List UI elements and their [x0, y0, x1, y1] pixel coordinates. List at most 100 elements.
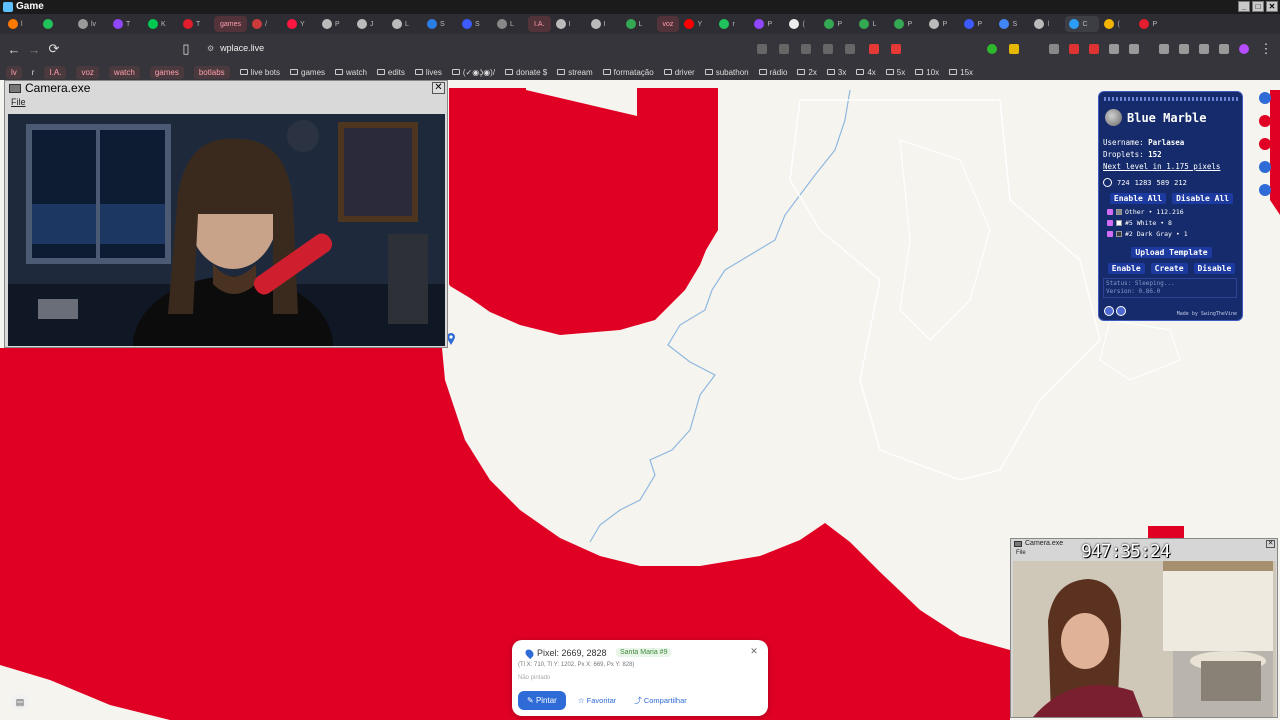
badge-icon[interactable] — [1104, 306, 1114, 316]
bookmark-folder[interactable]: edits — [376, 68, 405, 77]
bookmark-folder[interactable]: donate $ — [505, 68, 547, 77]
coord-pxy[interactable]: 212 — [1174, 179, 1187, 187]
bookmark-folder[interactable]: 5x — [885, 68, 905, 77]
coord-tly[interactable]: 1283 — [1135, 179, 1152, 187]
browser-tab[interactable]: games — [214, 16, 248, 32]
back-icon[interactable]: ← — [4, 42, 24, 57]
browser-tab[interactable]: P — [1135, 16, 1169, 32]
profile-icon[interactable] — [1239, 44, 1249, 54]
extension-icon[interactable] — [1179, 44, 1189, 54]
reload-icon[interactable]: ⟳ — [44, 41, 64, 57]
badge-icon[interactable] — [1116, 306, 1126, 316]
browser-tab[interactable]: ( — [785, 16, 819, 32]
bookmark-icon[interactable]: r — [32, 68, 35, 77]
avatar-icon[interactable] — [1259, 92, 1271, 104]
bookmark-folder[interactable]: 10x — [915, 68, 939, 77]
browser-tab[interactable]: l — [4, 16, 38, 32]
browser-tab[interactable]: P — [925, 16, 959, 32]
bookmark-chip[interactable]: botlabs — [193, 65, 230, 79]
camera-close-button[interactable]: ✕ — [432, 82, 445, 94]
enable-button[interactable]: Enable — [1107, 263, 1145, 274]
browser-tab[interactable]: S — [458, 16, 492, 32]
browser-tab[interactable]: P — [890, 16, 924, 32]
browser-tab[interactable]: Y — [680, 16, 714, 32]
zoom-icon[interactable] — [801, 44, 811, 54]
leaderboard-icon[interactable] — [1259, 138, 1271, 150]
camera-close-button[interactable]: ✕ — [1266, 540, 1275, 548]
sidebar-icon[interactable] — [1159, 44, 1169, 54]
bookmark-folder[interactable]: subathon — [704, 68, 749, 77]
coord-tlx[interactable]: 724 — [1117, 179, 1130, 187]
bookmark-folder[interactable]: 2x — [797, 68, 817, 77]
eye-off-icon[interactable] — [757, 44, 767, 54]
location-pin-icon[interactable] — [1103, 178, 1112, 187]
browser-tab[interactable]: C — [1065, 16, 1100, 32]
bookmark-chip[interactable]: I.A. — [44, 65, 67, 79]
menu-icon[interactable]: ⋮ — [1256, 41, 1276, 57]
minimize-button[interactable]: _ — [1238, 1, 1250, 12]
extension-icon[interactable] — [1199, 44, 1209, 54]
drag-handle[interactable] — [1104, 97, 1238, 101]
upload-template-button[interactable]: Upload Template — [1131, 247, 1212, 258]
browser-tab[interactable]: P — [960, 16, 994, 32]
bookmark-folder[interactable]: 15x — [949, 68, 973, 77]
extension-icon[interactable] — [1049, 44, 1059, 54]
extension-icon[interactable] — [1009, 44, 1019, 54]
browser-tab[interactable]: Y — [283, 16, 317, 32]
translate-icon[interactable] — [779, 44, 789, 54]
browser-tab[interactable]: S — [995, 16, 1029, 32]
disable-all-button[interactable]: Disable All — [1172, 193, 1234, 204]
browser-tab[interactable]: I — [587, 16, 621, 32]
camera-window-secondary[interactable]: Camera.exe ✕ File 947:35:24 — [1010, 538, 1278, 718]
extension-icon[interactable] — [869, 44, 879, 54]
browser-tab[interactable]: I.A. — [528, 16, 551, 32]
browser-tab[interactable] — [39, 16, 73, 32]
share-icon[interactable] — [845, 44, 855, 54]
browser-tab[interactable]: L — [622, 16, 656, 32]
browser-tab[interactable]: L — [388, 16, 422, 32]
browser-tab[interactable]: ( — [1100, 16, 1134, 32]
paint-button[interactable]: ✎ Pintar — [518, 691, 566, 710]
color-filter-row[interactable]: Other • 112.216 — [1107, 208, 1184, 216]
bookmark-folder[interactable]: formatação — [602, 68, 654, 77]
browser-tab[interactable]: L — [855, 16, 889, 32]
favorite-button[interactable]: ☆ Favoritar — [572, 691, 622, 710]
browser-tab[interactable]: J — [353, 16, 387, 32]
bookmark-folder[interactable]: 3x — [826, 68, 846, 77]
close-window-button[interactable]: ✕ — [1266, 1, 1278, 12]
checkbox[interactable] — [1107, 209, 1113, 215]
layers-icon[interactable]: ▤ — [12, 694, 28, 710]
close-icon[interactable]: ✕ — [749, 646, 759, 656]
browser-tab[interactable]: r — [715, 16, 749, 32]
bookmark-folder[interactable]: watch — [335, 68, 367, 77]
coord-pxx[interactable]: 589 — [1157, 179, 1170, 187]
bookmark-folder[interactable]: rádio — [758, 68, 787, 77]
bookmark-chip[interactable]: watch — [108, 65, 140, 79]
camera-file-menu[interactable]: File — [5, 96, 447, 108]
camera-window[interactable]: Camera.exe ✕ File — [4, 80, 448, 348]
cast-icon[interactable] — [823, 44, 833, 54]
maximize-button[interactable]: □ — [1252, 1, 1264, 12]
extension-icon[interactable] — [1089, 44, 1099, 54]
region-badge[interactable]: Santa Maria #9 — [616, 648, 672, 657]
bookmark-chip[interactable]: voz — [76, 65, 99, 79]
browser-tab[interactable]: P — [820, 16, 854, 32]
browser-tab[interactable]: voz — [656, 16, 680, 32]
browser-tab[interactable]: lv — [74, 16, 108, 32]
bookmark-folder[interactable]: games — [290, 68, 325, 77]
browser-tab[interactable]: T — [179, 16, 213, 32]
extension-icon[interactable] — [1129, 44, 1139, 54]
bookmark-folder[interactable]: 4x — [856, 68, 876, 77]
browser-tab[interactable]: I — [552, 16, 586, 32]
color-filter-row[interactable]: #2 Dark Gray • 1 — [1107, 230, 1188, 238]
enable-all-button[interactable]: Enable All — [1109, 193, 1167, 204]
browser-tab[interactable]: L — [493, 16, 527, 32]
browser-tab[interactable]: P — [750, 16, 784, 32]
color-filter-row[interactable]: #5 White • 8 — [1107, 219, 1172, 227]
forward-icon[interactable]: → — [24, 42, 44, 57]
bookmark-folder[interactable]: driver — [663, 68, 695, 77]
site-info-icon[interactable]: ⚙ — [207, 44, 214, 53]
blue-marble-panel[interactable]: Blue Marble Username: Parlasea Droplets:… — [1098, 91, 1243, 321]
checkbox[interactable] — [1107, 231, 1113, 237]
bookmark-chip[interactable]: games — [149, 65, 184, 79]
